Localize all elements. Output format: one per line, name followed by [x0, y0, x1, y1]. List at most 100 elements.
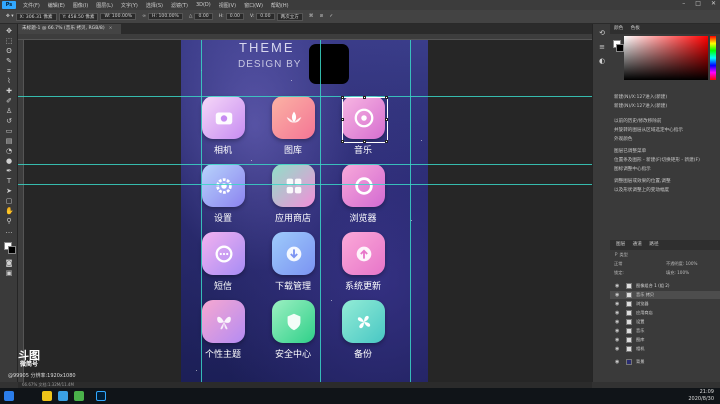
transform-handle[interactable] — [341, 140, 344, 143]
layer-row-selected[interactable]: ◉ 音乐 拷贝 — [610, 291, 720, 299]
layer-row[interactable]: ◉ 浏览器 — [610, 300, 720, 308]
healing-icon[interactable]: ✚ — [5, 88, 13, 95]
path-select-icon[interactable]: ➤ — [5, 188, 13, 195]
zoom-icon[interactable]: ⚲ — [5, 218, 13, 225]
minimize-icon[interactable]: – — [682, 0, 685, 7]
guide-horizontal[interactable] — [18, 96, 592, 97]
history-item[interactable]: 调整图层或效果的位置,调整 — [614, 178, 671, 184]
link-icon[interactable]: ∞ — [142, 14, 146, 19]
blur-icon[interactable]: ◔ — [5, 148, 13, 155]
layer-row[interactable]: ◉ 图像组合 1 (组 2) — [610, 282, 720, 290]
app-backup[interactable]: 备份 — [333, 300, 393, 368]
app-messages[interactable]: 短信 — [193, 232, 253, 300]
app-system-update[interactable]: 系统更新 — [333, 232, 393, 300]
eye-icon[interactable]: ◉ — [615, 300, 619, 308]
width-field[interactable]: W: 100.00% — [100, 13, 137, 20]
guide-horizontal[interactable] — [18, 164, 592, 165]
start-icon[interactable] — [4, 391, 14, 401]
transform-handle[interactable] — [385, 118, 388, 121]
menu-file[interactable]: 文件(F) — [19, 2, 44, 9]
menu-help[interactable]: 帮助(H) — [267, 2, 293, 9]
eye-icon[interactable]: ◉ — [615, 318, 619, 326]
eye-icon[interactable]: ◉ — [615, 358, 619, 366]
phone-artboard[interactable]: THEME DESIGN BY 相机 图库 音乐 设置 应用商店 浏览器 短信 … — [181, 40, 428, 382]
layer-row[interactable]: ◉ 音乐 — [610, 327, 720, 335]
guide-vertical[interactable] — [320, 40, 321, 382]
tab-paths[interactable]: 路径 — [649, 242, 658, 247]
history-item[interactable]: 位置条及图形 - 新建(F)切换矩形 - 新建(F) — [614, 157, 700, 163]
tab-layers[interactable]: 图层 — [616, 242, 625, 247]
history-item[interactable]: 外观颜色 — [614, 136, 632, 142]
app-icon[interactable] — [58, 391, 68, 401]
app-settings[interactable]: 设置 — [193, 164, 253, 232]
file-explorer-icon[interactable] — [42, 391, 52, 401]
transform-handle[interactable] — [363, 140, 366, 143]
menu-type[interactable]: 文字(Y) — [117, 2, 142, 9]
guide-vertical[interactable] — [410, 40, 411, 382]
guide-horizontal[interactable] — [18, 184, 592, 185]
height-field[interactable]: H: 100.00% — [148, 13, 183, 20]
history-item[interactable]: 新建(N)/X:127进入(新建) — [614, 103, 667, 109]
photoshop-taskbar-icon[interactable] — [96, 391, 106, 401]
interpolation-select[interactable]: 两次立方 — [276, 12, 303, 21]
more-tools-icon[interactable]: … — [5, 228, 13, 235]
history-item[interactable]: 以及形状调整上的变动幅度 — [614, 187, 669, 193]
app-gallery[interactable]: 图库 — [263, 96, 323, 164]
app-themes[interactable]: 个性主题 — [193, 300, 253, 368]
brush-icon[interactable]: ✐ — [5, 98, 13, 105]
eye-icon[interactable]: ◉ — [615, 336, 619, 344]
h-skew-field[interactable]: 0.00 — [225, 13, 244, 20]
guide-vertical[interactable] — [201, 40, 202, 382]
eye-icon[interactable]: ◉ — [615, 309, 619, 317]
layer-row[interactable]: ◉ 应用商店 — [610, 309, 720, 317]
marquee-icon[interactable]: ⬚ — [5, 38, 13, 45]
quick-select-icon[interactable]: ✎ — [5, 58, 13, 65]
transform-handle[interactable] — [341, 96, 344, 99]
layer-filter-select[interactable]: Ｐ 类型 — [614, 252, 628, 258]
layer-row[interactable]: ◉ 背景 — [610, 358, 720, 366]
eye-icon[interactable]: ◉ — [615, 282, 619, 290]
layer-row[interactable]: ◉ 设置 — [610, 318, 720, 326]
close-icon[interactable]: ✕ — [711, 0, 716, 7]
history-brush-icon[interactable]: ↺ — [5, 118, 13, 125]
dodge-icon[interactable]: ● — [5, 158, 13, 165]
x-field[interactable]: X: 306.31 像素 — [15, 12, 57, 21]
quick-mask-icon[interactable]: ◙ — [5, 260, 13, 267]
tab-color[interactable]: 颜色 — [614, 26, 623, 31]
lasso-icon[interactable]: ʘ — [5, 48, 13, 55]
opacity-field[interactable]: 不透明度: 100% — [666, 261, 697, 267]
menu-filter[interactable]: 滤镜(T) — [167, 2, 192, 9]
menu-view[interactable]: 视图(V) — [215, 2, 240, 9]
history-item[interactable]: 以前的历史/修改移除前 — [614, 118, 662, 124]
move-tool-icon[interactable]: ✥ ▾ — [6, 14, 14, 19]
menu-window[interactable]: 窗口(W) — [240, 2, 267, 9]
menu-layer[interactable]: 图层(L) — [92, 2, 117, 9]
transform-handle[interactable] — [363, 96, 366, 99]
menu-3d[interactable]: 3D(D) — [192, 2, 215, 8]
layer-row[interactable]: ◉ 图库 — [610, 336, 720, 344]
warp-icon[interactable]: ⌘ — [309, 14, 314, 19]
maximize-icon[interactable]: □ — [695, 0, 701, 7]
menu-image[interactable]: 图像(I) — [69, 2, 92, 9]
history-panel-icon[interactable]: ⟲ — [598, 30, 606, 37]
v-skew-field[interactable]: 0.00 — [256, 13, 275, 20]
eye-icon[interactable]: ◉ — [615, 345, 619, 353]
history-item[interactable]: 并旋转的图层从区域选定中心指示 — [614, 127, 683, 133]
history-item[interactable]: 图标调整中心指示 — [614, 166, 651, 172]
gradient-icon[interactable]: ▤ — [5, 138, 13, 145]
eraser-icon[interactable]: ▭ — [5, 128, 13, 135]
eyedropper-icon[interactable]: ⌇ — [5, 78, 13, 85]
tab-swatches[interactable]: 色板 — [631, 26, 640, 31]
app-store[interactable]: 应用商店 — [263, 164, 323, 232]
transform-handle[interactable] — [341, 118, 344, 121]
eye-icon[interactable]: ◉ — [615, 291, 619, 299]
app-downloads[interactable]: 下载管理 — [263, 232, 323, 300]
close-tab-icon[interactable]: × — [109, 26, 113, 31]
transform-bounding-box[interactable] — [341, 96, 388, 143]
crop-icon[interactable]: ⌗ — [5, 68, 13, 75]
fill-field[interactable]: 填充: 100% — [666, 270, 689, 276]
properties-panel-icon[interactable]: ≡ — [598, 44, 606, 51]
cancel-transform-icon[interactable]: ⊘ — [320, 14, 324, 19]
document-tab[interactable]: 未标题-1 @ 66.7% (音乐 拷贝, RGB/8) × — [18, 24, 121, 34]
layer-row[interactable]: ◉ 相机 — [610, 345, 720, 353]
